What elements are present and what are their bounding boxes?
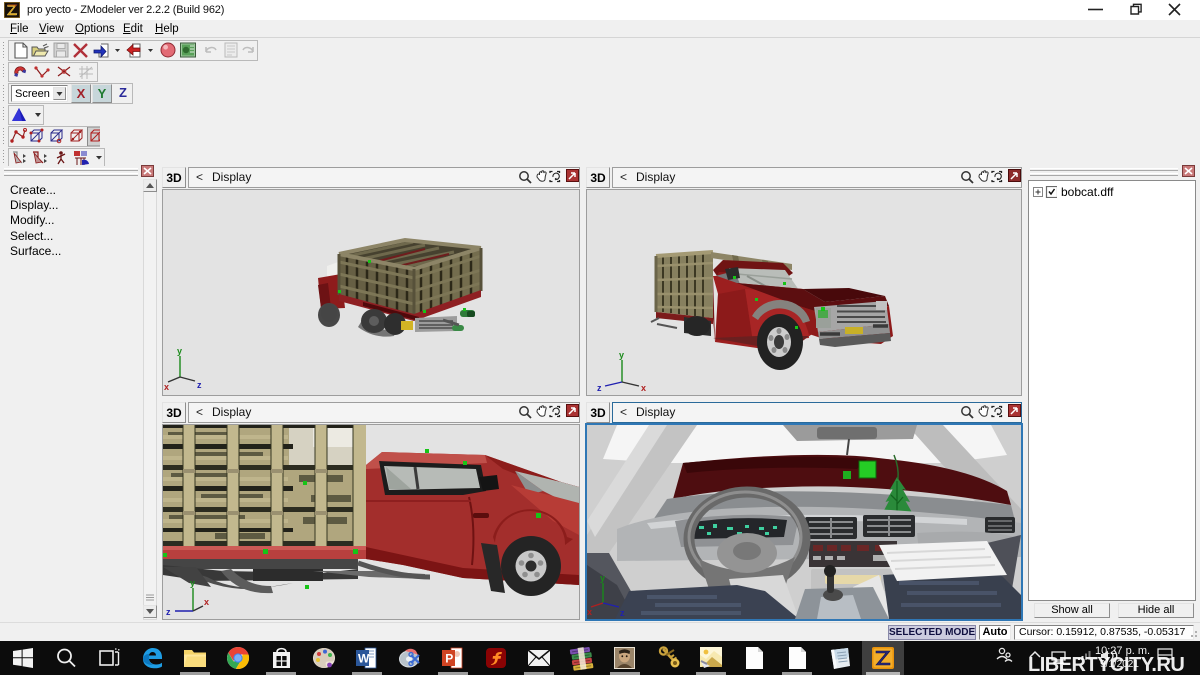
svg-text:y: y	[177, 346, 182, 356]
svg-text:LIBERTYCITY.RU: LIBERTYCITY.RU	[1028, 654, 1184, 675]
svg-text:x: x	[164, 382, 169, 392]
svg-text:P: P	[445, 652, 453, 666]
svg-text:z: z	[620, 608, 625, 618]
svg-text:z: z	[166, 607, 171, 617]
svg-text:x: x	[204, 597, 209, 607]
svg-text:y: y	[600, 573, 605, 583]
svg-text:y: y	[619, 350, 624, 360]
svg-text:z: z	[197, 380, 202, 390]
svg-text:x: x	[587, 607, 592, 617]
svg-text:x: x	[641, 383, 646, 393]
svg-text:z: z	[597, 383, 602, 393]
svg-text:W: W	[358, 652, 370, 666]
svg-text:y: y	[190, 578, 195, 588]
